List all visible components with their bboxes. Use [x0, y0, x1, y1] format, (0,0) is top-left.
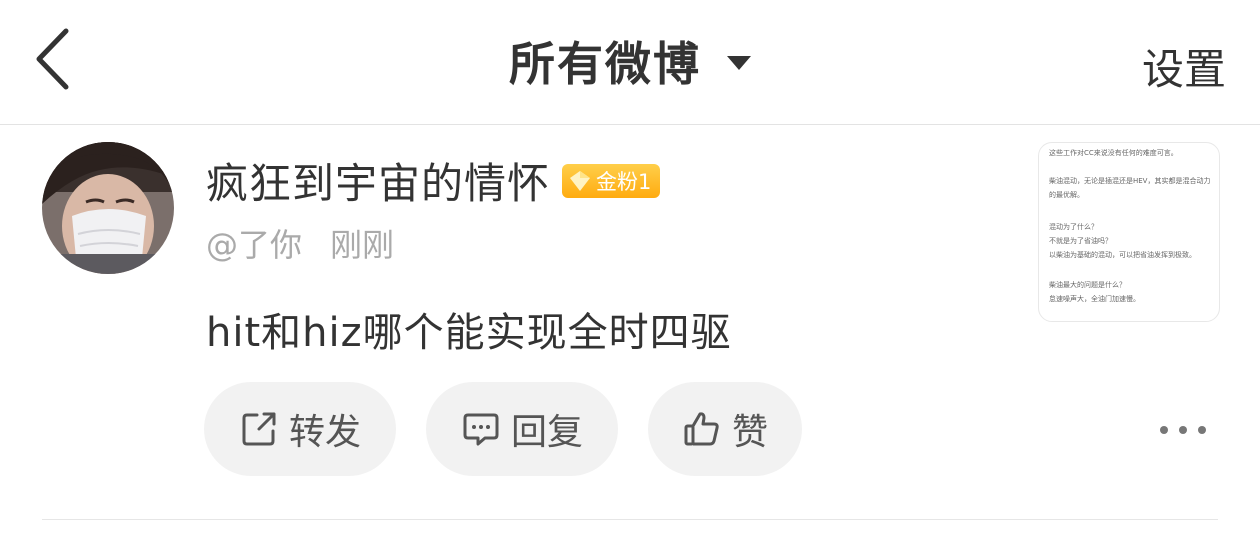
image-text-line: 的最优解。	[1049, 191, 1084, 199]
image-text-line: 不就是为了省油吗？	[1049, 237, 1112, 245]
feed-filter-dropdown[interactable]: 所有微博	[509, 28, 751, 94]
dot	[1198, 426, 1206, 434]
username[interactable]: 疯狂到宇宙的情怀	[206, 150, 550, 211]
dot	[1160, 426, 1168, 434]
page-title: 所有微博	[509, 37, 701, 91]
user-handle: @了你	[206, 226, 303, 264]
repost-button[interactable]: 转发	[204, 382, 396, 476]
comment-label: 回复	[510, 412, 583, 453]
image-text-line: 柴油混动，无论是插混还是HEV，其实都是混合动力	[1049, 177, 1211, 185]
repost-label: 转发	[288, 412, 361, 453]
user-row: 疯狂到宇宙的情怀 金粉1	[206, 150, 661, 211]
diamond-icon	[570, 170, 591, 191]
image-text-line: 以柴油为基础的混动，可以把省油发挥到极致。	[1049, 251, 1196, 259]
settings-button[interactable]: 设置	[1142, 36, 1226, 97]
image-text-line: 这些工作对CC来说没有任何的难度可言。	[1049, 149, 1178, 157]
caret-down-icon	[727, 56, 751, 70]
fan-badge-label: 金粉1	[596, 169, 652, 194]
top-bar: 所有微博 设置	[0, 0, 1260, 125]
comment-button[interactable]: 回复	[426, 382, 618, 476]
image-text-line: 混动为了什么？	[1049, 223, 1098, 231]
image-text-line: 怠速噪声大，全油门加速慢。	[1049, 295, 1140, 303]
avatar-image	[42, 142, 174, 274]
title-area: 所有微博	[0, 28, 1260, 94]
comment-icon	[463, 413, 499, 446]
fan-badge[interactable]: 金粉1	[562, 163, 661, 198]
like-button[interactable]: 赞	[648, 382, 802, 476]
image-text-line: 柴油最大的问题是什么？	[1049, 281, 1126, 289]
share-icon	[242, 412, 276, 446]
dot	[1179, 426, 1187, 434]
post-image-thumbnail[interactable]: 这些工作对CC来说没有任何的难度可言。 柴油混动，无论是插混还是HEV，其实都是…	[1038, 142, 1220, 322]
post-text: hit和hiz哪个能实现全时四驱	[206, 310, 732, 356]
divider	[42, 519, 1218, 520]
avatar[interactable]	[42, 142, 174, 274]
like-label: 赞	[731, 412, 768, 453]
post-meta: @了你 刚刚	[206, 220, 422, 266]
thumbs-up-icon	[684, 412, 719, 446]
more-dots-icon[interactable]	[1160, 416, 1206, 444]
post-time: 刚刚	[330, 226, 395, 264]
